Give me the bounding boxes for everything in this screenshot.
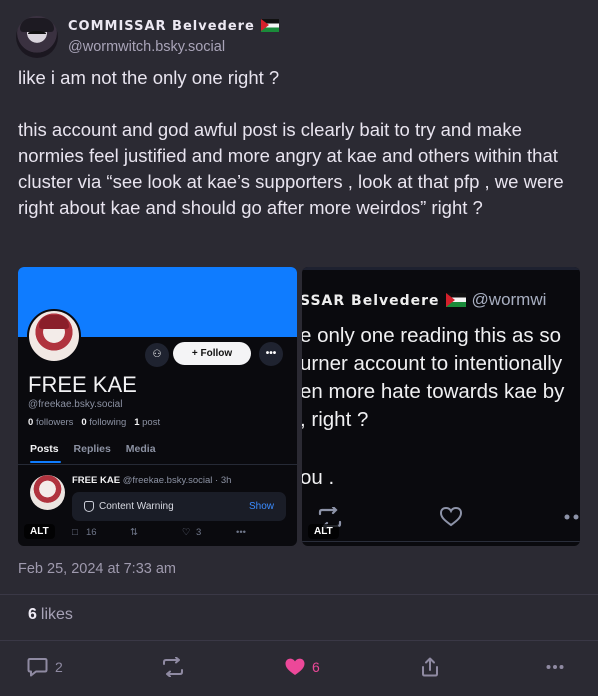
more-icon: ••• xyxy=(236,527,246,538)
likes-summary[interactable]: 6 likes xyxy=(28,606,73,624)
mini-reply-count: 16 xyxy=(86,527,97,538)
post-paragraph: like i am not the only one right ? xyxy=(18,67,280,88)
screenshot-name: SSAR Belvedere xyxy=(302,293,440,309)
following-count: 0 xyxy=(81,417,87,428)
content-warning-bar: Content Warning Show xyxy=(72,492,286,521)
author-handle[interactable]: @wormwitch.bsky.social xyxy=(68,39,225,55)
likes-count: 6 xyxy=(28,606,37,623)
divider xyxy=(18,464,297,465)
reply-icon xyxy=(27,658,48,677)
post-body: like i am not the only one right ? this … xyxy=(18,65,586,221)
like-count: 6 xyxy=(312,659,320,675)
profile-avatar xyxy=(27,309,81,363)
reply-count: 2 xyxy=(55,659,63,675)
profile-handle: @freekae.bsky.social xyxy=(28,399,123,410)
posts-label: post xyxy=(142,417,161,428)
alt-badge[interactable]: ALT xyxy=(24,524,55,539)
reply-button[interactable]: 2 xyxy=(27,652,63,682)
post-actions: 2 6 xyxy=(0,652,598,682)
content-warning-label: Content Warning xyxy=(99,501,174,512)
reply-icon: □ xyxy=(72,527,78,538)
mini-post-author: FREE KAE @freekae.bsky.social · 3h xyxy=(72,475,231,486)
show-link: Show xyxy=(248,501,274,512)
attached-image-profile[interactable]: ⚇ + Follow ••• FREE KAE @freekae.bsky.so… xyxy=(18,267,297,546)
screenshot-text-line: e only one reading this as so xyxy=(302,324,561,347)
screenshot-text-line: ou . xyxy=(302,466,335,489)
tab-posts: Posts xyxy=(30,443,59,455)
likes-label: likes xyxy=(40,606,73,623)
profile-name: FREE KAE xyxy=(28,372,137,397)
palestine-flag-icon xyxy=(445,293,466,307)
share-button[interactable] xyxy=(421,652,439,682)
author-display-name[interactable]: COMMISSAR Belvedere xyxy=(68,19,279,34)
divider xyxy=(302,541,580,542)
alt-badge[interactable]: ALT xyxy=(308,524,339,539)
heart-icon: ♡ xyxy=(182,527,191,538)
screenshot-text-line: urner account to intentionally xyxy=(302,352,563,375)
shield-icon xyxy=(84,501,94,512)
active-tab-indicator xyxy=(30,461,61,463)
palestine-flag-icon xyxy=(260,19,279,32)
more-icon xyxy=(564,514,579,520)
followers-label: followers xyxy=(35,417,74,428)
screenshot-actions xyxy=(302,507,580,531)
profile-tabs: Posts Replies Media xyxy=(30,443,168,455)
repost-button[interactable] xyxy=(161,652,185,682)
repost-icon xyxy=(163,657,183,677)
following-label: following xyxy=(89,417,127,428)
screenshot-text-line: en more hate towards kae by xyxy=(302,380,565,403)
post-header: COMMISSAR Belvedere @wormwitch.bsky.soci… xyxy=(16,16,582,60)
top-bar xyxy=(302,267,580,270)
more-icon xyxy=(546,665,564,669)
heart-filled-icon xyxy=(285,658,305,675)
profile-stats: 0 followers 0 following 1 post xyxy=(28,417,160,428)
mini-post-name: FREE KAE xyxy=(72,475,121,486)
tab-media: Media xyxy=(125,443,156,455)
follow-button: + Follow xyxy=(173,342,251,365)
screenshot-handle: @wormwi xyxy=(471,290,547,309)
more-options-icon: ••• xyxy=(259,342,283,366)
like-button[interactable]: 6 xyxy=(285,652,320,682)
post-paragraph: this account and god awful post is clear… xyxy=(18,119,564,218)
add-user-icon: ⚇ xyxy=(145,343,169,367)
divider xyxy=(0,640,598,641)
screenshot-text-line: , right ? xyxy=(302,408,369,431)
divider xyxy=(0,594,598,595)
attached-image-post[interactable]: SSAR Belvedere @wormwi e only one reading… xyxy=(302,267,580,546)
heart-icon xyxy=(440,507,462,527)
mini-post-meta: @freekae.bsky.social · 3h xyxy=(122,475,232,486)
more-options-button[interactable] xyxy=(546,652,564,682)
author-name-text: COMMISSAR Belvedere xyxy=(68,19,255,34)
author-avatar[interactable] xyxy=(16,16,58,58)
followers-count: 0 xyxy=(28,417,34,428)
posts-count: 1 xyxy=(134,417,140,428)
share-icon xyxy=(422,657,438,677)
screenshot-author: SSAR Belvedere @wormwi xyxy=(302,290,546,310)
repost-icon: ⇅ xyxy=(130,527,138,538)
mini-like-count: 3 xyxy=(196,527,202,538)
tab-replies: Replies xyxy=(73,443,111,455)
post-timestamp[interactable]: Feb 25, 2024 at 7:33 am xyxy=(18,561,176,577)
mini-post-avatar xyxy=(30,475,65,510)
